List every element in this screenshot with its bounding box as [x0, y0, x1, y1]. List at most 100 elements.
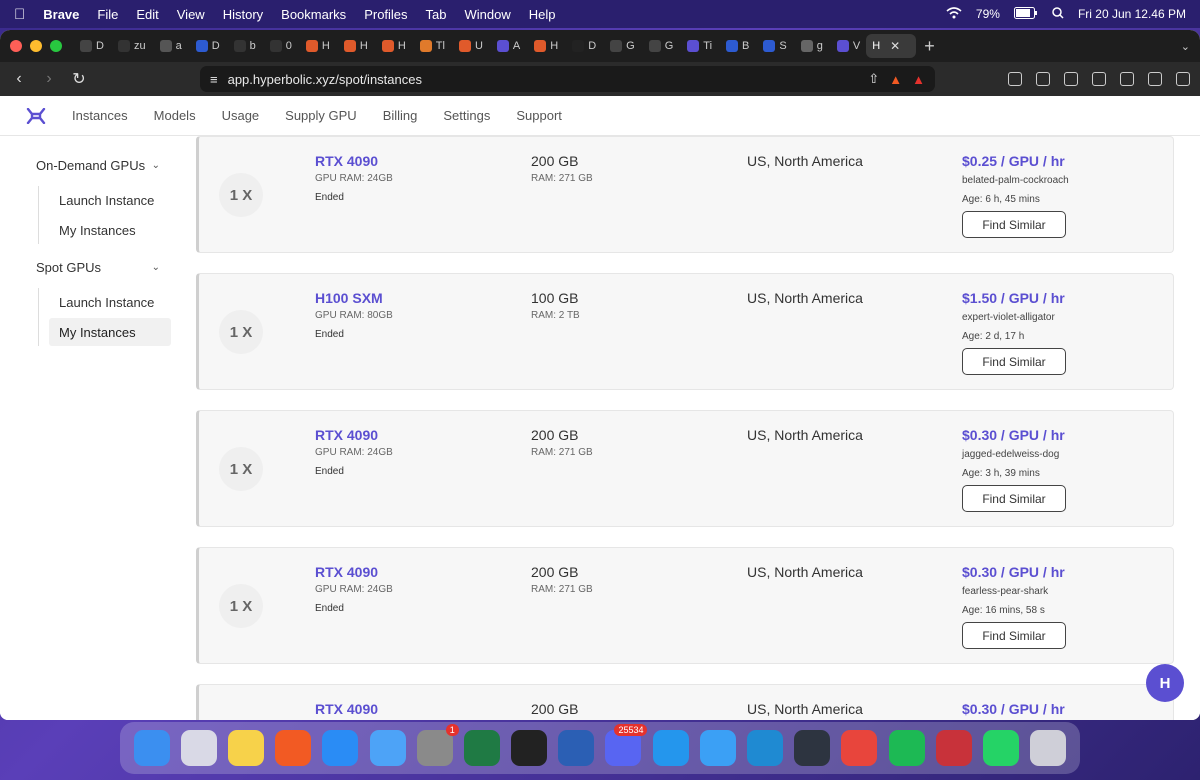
sidebar-item-on-demand-my-instances[interactable]: My Instances [49, 216, 171, 244]
menu-help[interactable]: Help [529, 7, 556, 22]
leo-ai-icon[interactable] [1120, 72, 1134, 86]
browser-tab[interactable]: V [831, 34, 866, 58]
sidebar-item-spot-my-instances[interactable]: My Instances [49, 318, 171, 346]
gpu-model-link[interactable]: RTX 4090 [315, 701, 378, 717]
menu-window[interactable]: Window [465, 7, 511, 22]
vscode-icon[interactable] [747, 730, 784, 766]
safari-icon[interactable] [699, 730, 736, 766]
spotlight-icon[interactable] [1052, 6, 1064, 22]
chrome-icon[interactable] [841, 730, 878, 766]
browser-tab[interactable]: H [300, 34, 336, 58]
browser-tab[interactable]: D [566, 34, 602, 58]
zoom-window-button[interactable] [50, 40, 62, 52]
active-tab[interactable]: H ✕ [866, 34, 917, 58]
back-button[interactable]: ‹ [10, 70, 28, 88]
sidebar-group-on-demand[interactable]: On-Demand GPUs ⌄ [0, 154, 196, 176]
sidebar-item-spot-launch[interactable]: Launch Instance [49, 288, 171, 316]
tab-search-icon[interactable]: ⌄ [1181, 40, 1190, 53]
mail-icon[interactable] [369, 730, 406, 766]
menu-bookmarks[interactable]: Bookmarks [281, 7, 346, 22]
menu-tab[interactable]: Tab [426, 7, 447, 22]
sidebar-group-spot[interactable]: Spot GPUs ⌄ [0, 256, 196, 278]
brave-icon[interactable] [275, 730, 312, 766]
whatsapp-icon[interactable] [982, 730, 1019, 766]
photo-booth-icon[interactable] [935, 730, 972, 766]
browser-tab[interactable]: zu [112, 34, 152, 58]
find-similar-button[interactable]: Find Similar [962, 348, 1066, 375]
browser-tab[interactable]: a [154, 34, 188, 58]
find-similar-button[interactable]: Find Similar [962, 211, 1066, 238]
system-settings-icon[interactable]: 1 [416, 724, 459, 766]
battery-icon[interactable] [1013, 6, 1038, 22]
reload-button[interactable]: ↻ [70, 69, 88, 89]
url-text[interactable]: app.hyperbolic.xyz/spot/instances [228, 72, 422, 87]
gpu-model-link[interactable]: H100 SXM [315, 290, 393, 306]
nav-models[interactable]: Models [154, 108, 196, 123]
browser-tab[interactable]: A [491, 34, 526, 58]
menu-file[interactable]: File [97, 7, 118, 22]
spotify-icon[interactable] [888, 730, 925, 766]
find-similar-button[interactable]: Find Similar [962, 622, 1066, 649]
app-store-icon[interactable] [322, 730, 359, 766]
launchpad-icon[interactable] [180, 730, 217, 766]
notes-icon[interactable] [227, 730, 264, 766]
browser-tab[interactable]: D [74, 34, 110, 58]
menu-history[interactable]: History [223, 7, 263, 22]
menu-profiles[interactable]: Profiles [364, 7, 407, 22]
gpu-model-link[interactable]: RTX 4090 [315, 427, 393, 443]
site-info-icon[interactable]: ≡ [210, 72, 218, 87]
new-tab-button[interactable]: + [924, 36, 935, 57]
close-tab-icon[interactable]: ✕ [890, 39, 900, 53]
address-bar[interactable]: ≡ app.hyperbolic.xyz/spot/instances ⇧ ▲ … [200, 66, 935, 92]
browser-tab[interactable]: G [604, 34, 641, 58]
nav-billing[interactable]: Billing [383, 108, 418, 123]
forward-button[interactable]: › [40, 70, 58, 88]
browser-tab[interactable]: S [757, 34, 792, 58]
browser-tab[interactable]: H [376, 34, 412, 58]
trash-icon[interactable] [1030, 730, 1067, 766]
chat-support-button[interactable]: H [1146, 664, 1184, 702]
nav-supply-gpu[interactable]: Supply GPU [285, 108, 357, 123]
browser-tab[interactable]: g [795, 34, 829, 58]
browser-tab[interactable]: Tl [414, 34, 451, 58]
browser-tab[interactable]: D [190, 34, 226, 58]
finder-icon[interactable] [133, 730, 170, 766]
browser-tab[interactable]: H [338, 34, 374, 58]
browser-tab[interactable]: U [453, 34, 489, 58]
nav-usage[interactable]: Usage [222, 108, 260, 123]
shield-icon[interactable] [1148, 72, 1162, 86]
wallet-icon[interactable] [1092, 72, 1106, 86]
menu-view[interactable]: View [177, 7, 205, 22]
nav-settings[interactable]: Settings [443, 108, 490, 123]
hyperbolic-logo-icon[interactable] [26, 107, 46, 124]
brave-shields-icon[interactable]: ▲ [889, 72, 902, 87]
menu-datetime[interactable]: Fri 20 Jun 12.46 PM [1078, 7, 1186, 21]
sidebar-icon[interactable] [1064, 72, 1078, 86]
menu-app-name[interactable]: Brave [43, 7, 79, 22]
find-similar-button[interactable]: Find Similar [962, 485, 1066, 512]
browser-tab[interactable]: H [528, 34, 564, 58]
browser-tab[interactable]: b [228, 34, 262, 58]
nav-support[interactable]: Support [516, 108, 562, 123]
close-window-button[interactable] [10, 40, 22, 52]
wifi-icon[interactable] [946, 6, 962, 22]
excel-icon[interactable] [463, 730, 500, 766]
gpu-model-link[interactable]: RTX 4090 [315, 564, 393, 580]
word-icon[interactable] [558, 730, 595, 766]
nav-instances[interactable]: Instances [72, 108, 128, 123]
share-icon[interactable]: ⇧ [868, 71, 879, 87]
browser-tab[interactable]: B [720, 34, 755, 58]
browser-tab[interactable]: G [643, 34, 680, 58]
gpu-model-link[interactable]: RTX 4090 [315, 153, 393, 169]
menu-icon[interactable] [1176, 72, 1190, 86]
extensions-icon[interactable] [1036, 72, 1050, 86]
cloud-icon[interactable] [794, 730, 831, 766]
discord-icon[interactable]: 25534 [605, 724, 648, 766]
browser-tab[interactable]: Ti [681, 34, 718, 58]
vpn-icon[interactable] [1008, 72, 1022, 86]
menu-edit[interactable]: Edit [136, 7, 158, 22]
terminal-icon[interactable] [511, 730, 548, 766]
minimize-window-button[interactable] [30, 40, 42, 52]
docker-icon[interactable] [652, 730, 689, 766]
sidebar-item-on-demand-launch[interactable]: Launch Instance [49, 186, 171, 214]
